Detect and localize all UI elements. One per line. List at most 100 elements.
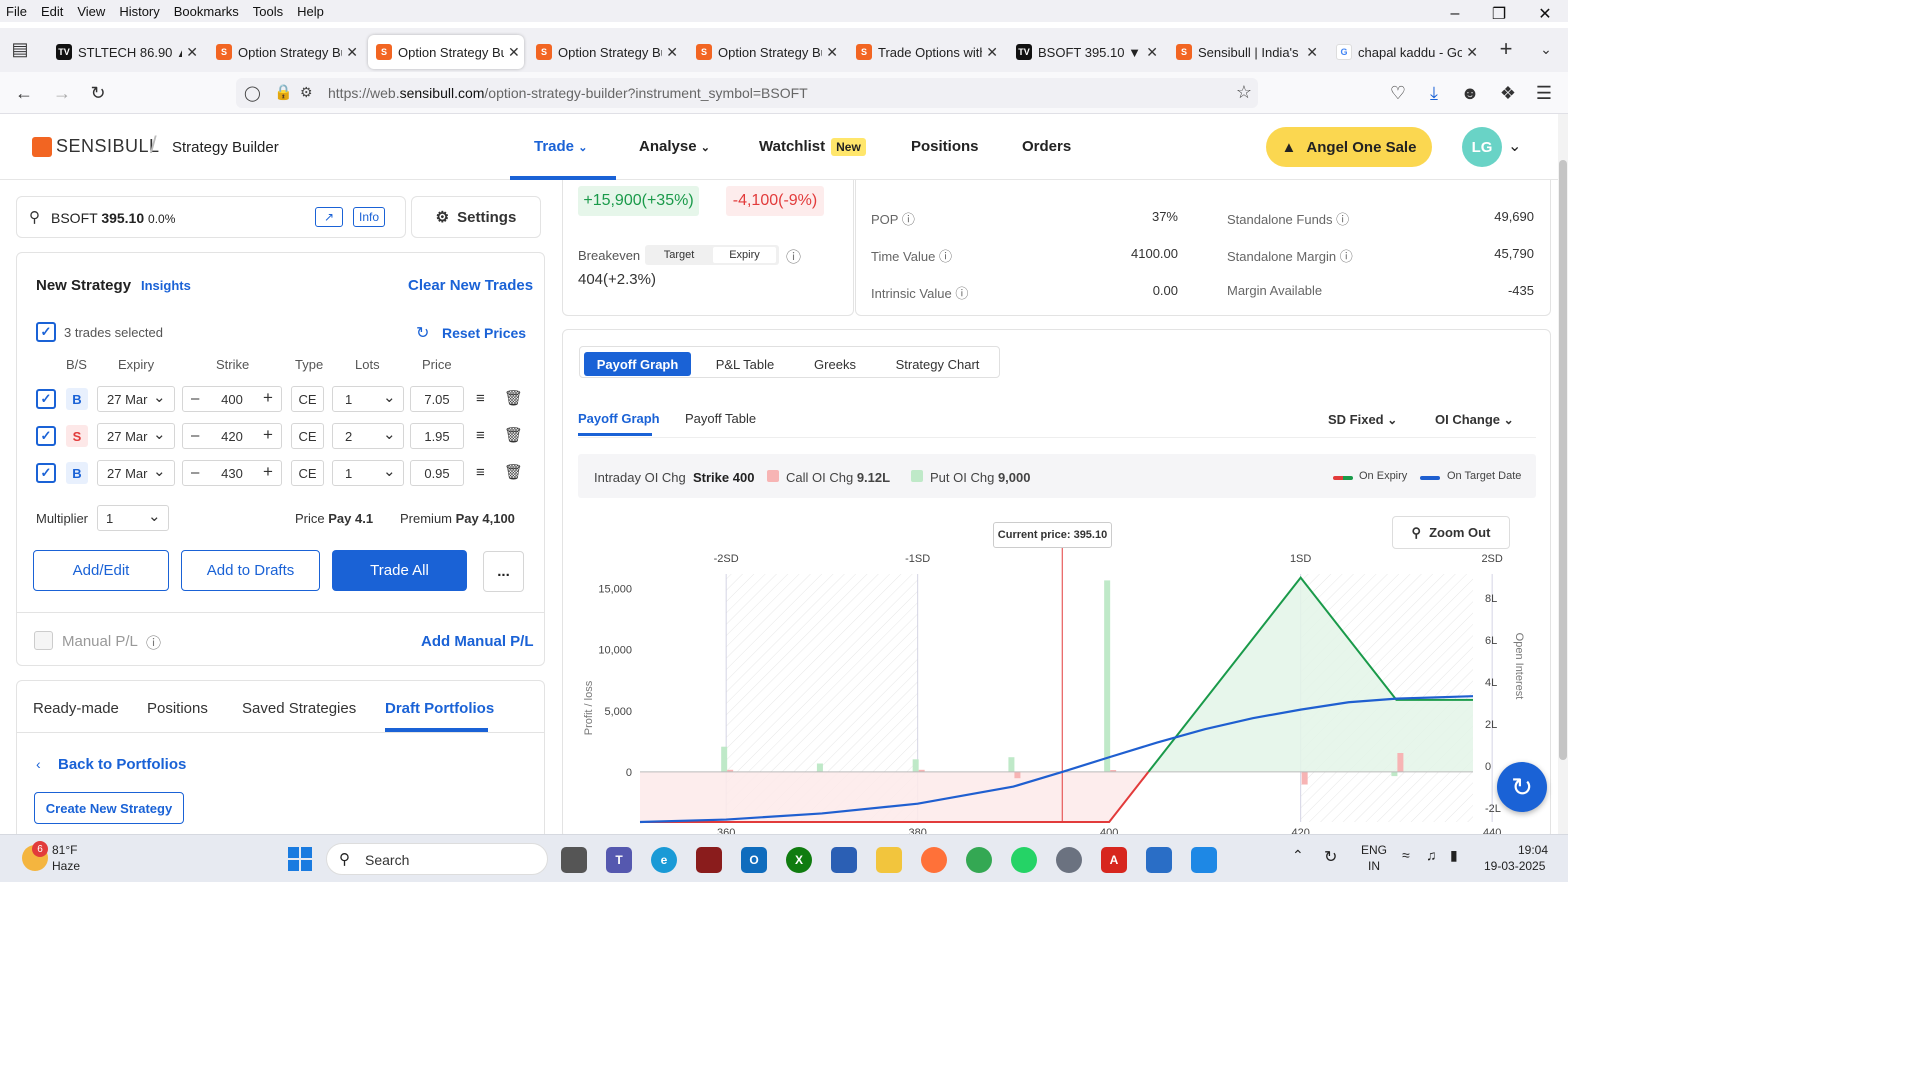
browser-tab[interactable]: TVSTLTECH 86.90 ▲ +✕ — [48, 35, 198, 69]
back-icon[interactable]: ← — [10, 80, 38, 106]
row-checkbox[interactable]: ✓ — [36, 389, 56, 409]
insights-link[interactable]: Insights — [141, 278, 191, 293]
reset-prices-link[interactable]: Reset Prices — [442, 325, 526, 341]
reset-icon[interactable]: ↻ — [416, 323, 429, 343]
tab-close-icon[interactable]: ✕ — [1466, 44, 1478, 61]
manual-pl-checkbox[interactable] — [34, 631, 53, 650]
trash-icon[interactable]: 🗑 — [504, 389, 523, 407]
strike-stepper[interactable]: –400 + — [182, 386, 282, 412]
select-all-checkbox[interactable]: ✓ — [36, 322, 56, 342]
app-icon[interactable] — [1146, 847, 1172, 873]
settings-gear-icon[interactable] — [1056, 847, 1082, 873]
lots-select[interactable]: 2 ⌄ — [332, 423, 404, 449]
url-text[interactable]: https://web.sensibull.com/option-strateg… — [328, 85, 808, 101]
refresh-fab-icon[interactable]: ↻ — [1497, 762, 1547, 812]
reload-icon[interactable]: ↻ — [84, 80, 112, 106]
browser-tab[interactable]: S Trade Options with ✕ — [848, 35, 998, 69]
edge-icon[interactable]: e — [651, 847, 677, 873]
tab-close-icon[interactable]: ✕ — [346, 44, 358, 61]
page-scrollbar[interactable] — [1558, 114, 1568, 834]
add-manual-pl-link[interactable]: Add Manual P/L — [421, 633, 534, 650]
nav-orders[interactable]: Orders — [1022, 138, 1071, 155]
tab-close-icon[interactable]: ✕ — [508, 44, 520, 61]
file-explorer-icon[interactable] — [876, 847, 902, 873]
clock-date[interactable]: 19-03-2025 — [1484, 859, 1545, 873]
windows-start-icon[interactable] — [288, 847, 312, 871]
price-input[interactable]: 7.05 — [410, 386, 464, 412]
add-to-drafts-button[interactable]: Add to Drafts — [181, 550, 320, 591]
sd-fixed-dropdown[interactable]: SD Fixed ⌄ — [1328, 412, 1397, 427]
menu-lines-icon[interactable]: ≡ — [476, 464, 485, 481]
nav-trade[interactable]: Trade ⌄ — [534, 138, 587, 155]
store-icon[interactable] — [831, 847, 857, 873]
tab-close-icon[interactable]: ✕ — [666, 44, 678, 61]
chart-trend-icon[interactable]: ↗ — [315, 207, 343, 227]
browser-tab[interactable]: S Sensibull | India's fi ✕ — [1168, 35, 1318, 69]
type-select[interactable]: CE — [291, 460, 324, 486]
trash-icon[interactable]: 🗑 — [504, 426, 523, 444]
tab-payoff-graph[interactable]: Payoff Graph — [584, 352, 691, 376]
create-new-strategy-button[interactable]: Create New Strategy — [34, 792, 184, 824]
chrome-icon[interactable] — [966, 847, 992, 873]
lots-select[interactable]: 1 ⌄ — [332, 386, 404, 412]
browser-tab-active[interactable]: S Option Strategy Bu ✕ — [368, 35, 524, 69]
downloads-icon[interactable]: ⤓ — [1420, 80, 1448, 106]
tab-ready-made[interactable]: Ready-made — [33, 700, 119, 717]
firefox-icon[interactable] — [921, 847, 947, 873]
info-button[interactable]: Info — [353, 207, 385, 227]
more-options-button[interactable]: ... — [483, 551, 524, 592]
acrobat-icon[interactable]: A — [1101, 847, 1127, 873]
angel-one-sale-button[interactable]: ▲ Angel One Sale — [1266, 127, 1432, 167]
menu-view[interactable]: View — [70, 4, 112, 19]
taskbar-search[interactable]: ⚲ Search — [326, 843, 548, 875]
settings-button[interactable]: ⚙ Settings — [411, 196, 541, 238]
app-icon[interactable] — [696, 847, 722, 873]
menu-edit[interactable]: Edit — [34, 4, 70, 19]
add-edit-button[interactable]: Add/Edit — [33, 550, 169, 591]
minimize-icon[interactable]: – — [1432, 0, 1478, 28]
clock-time[interactable]: 19:04 — [1518, 843, 1548, 857]
whatsapp-icon[interactable] — [1011, 847, 1037, 873]
zoom-out-button[interactable]: ⚲ Zoom Out — [1392, 516, 1510, 549]
expiry-select[interactable]: 27 Mar ⌄ — [97, 386, 175, 412]
volume-icon[interactable]: ♫ — [1426, 847, 1437, 863]
type-select[interactable]: CE — [291, 423, 324, 449]
restore-icon[interactable]: ❐ — [1476, 0, 1522, 28]
tab-close-icon[interactable]: ✕ — [826, 44, 838, 61]
tab-greeks[interactable]: Greeks — [805, 352, 865, 376]
buy-sell-toggle[interactable]: B — [66, 388, 88, 410]
help-icon[interactable]: ⓘ — [146, 632, 161, 653]
target-expiry-toggle[interactable]: Target Expiry — [645, 245, 779, 265]
tab-saved-strategies[interactable]: Saved Strategies — [242, 700, 356, 717]
chevron-left-icon[interactable]: ‹ — [36, 756, 41, 772]
tab-positions[interactable]: Positions — [147, 700, 208, 717]
avatar[interactable]: LG — [1462, 127, 1502, 167]
lots-select[interactable]: 1 ⌄ — [332, 460, 404, 486]
tab-close-icon[interactable]: ✕ — [1306, 44, 1318, 61]
row-checkbox[interactable]: ✓ — [36, 426, 56, 446]
subtab-payoff-table[interactable]: Payoff Table — [685, 411, 756, 426]
clear-new-trades-link[interactable]: Clear New Trades — [408, 277, 533, 294]
menu-tools[interactable]: Tools — [246, 4, 290, 19]
trade-all-button[interactable]: Trade All — [332, 550, 467, 591]
xbox-icon[interactable]: X — [786, 847, 812, 873]
sync-icon[interactable]: ↻ — [1324, 847, 1337, 867]
back-to-portfolios-link[interactable]: Back to Portfolios — [58, 756, 186, 773]
menu-history[interactable]: History — [112, 4, 166, 19]
menu-help[interactable]: Help — [290, 4, 331, 19]
menu-lines-icon[interactable]: ≡ — [476, 427, 485, 444]
multiplier-select[interactable]: 1 ⌄ — [97, 505, 169, 531]
browser-tab[interactable]: S Option Strategy Bu ✕ — [688, 35, 838, 69]
shield-icon[interactable]: ◯ — [244, 84, 261, 102]
payoff-chart[interactable]: 15,000 10,000 5,000 0 8L 6L 4L 2L 0 -2L 360 380 40… — [578, 512, 1536, 834]
lock-icon[interactable]: 🔒 — [274, 83, 293, 101]
row-checkbox[interactable]: ✓ — [36, 463, 56, 483]
toggle-expiry[interactable]: Expiry — [713, 247, 776, 263]
strike-stepper[interactable]: –430 + — [182, 460, 282, 486]
nav-analyse[interactable]: Analyse ⌄ — [639, 138, 710, 155]
chevron-down-icon[interactable]: ⌄ — [1508, 136, 1521, 156]
tab-draft-portfolios[interactable]: Draft Portfolios — [385, 700, 494, 717]
expiry-select[interactable]: 27 Mar ⌄ — [97, 460, 175, 486]
subtab-payoff-graph[interactable]: Payoff Graph — [578, 411, 660, 426]
pocket-icon[interactable]: ♡ — [1384, 80, 1412, 106]
